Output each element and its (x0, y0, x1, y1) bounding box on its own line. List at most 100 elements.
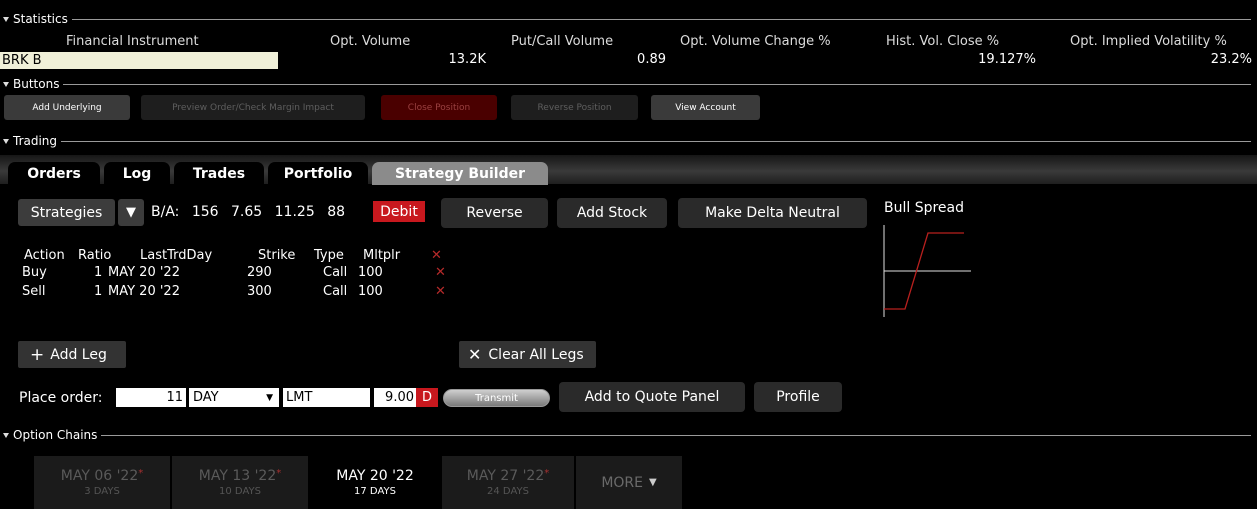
hist-vol-close-value: 19.127% (978, 52, 1036, 67)
expiration-date: MAY 06 '22* (60, 468, 144, 484)
leg-header-ratio: Ratio (78, 248, 112, 263)
section-divider (101, 434, 1251, 436)
leg2-strike[interactable]: 300 (247, 284, 272, 299)
tab-orders[interactable]: Orders (8, 162, 100, 185)
col-header-opt-volume-change: Opt. Volume Change % (680, 34, 831, 49)
collapse-icon (3, 138, 9, 144)
bid-ask-summary: B/A: 156 7.65 11.25 88 (151, 204, 345, 220)
leg2-action[interactable]: Sell (22, 284, 45, 299)
leg2-mltplr[interactable]: 100 (358, 284, 383, 299)
col-header-put-call-volume: Put/Call Volume (511, 34, 614, 49)
tab-log[interactable]: Log (104, 162, 170, 185)
section-divider (63, 83, 1251, 85)
expiration-days: 17 DAYS (354, 486, 396, 497)
remove-leg2-icon[interactable]: ✕ (435, 284, 446, 299)
ba-label: B/A: (151, 204, 180, 220)
more-label: MORE (601, 474, 643, 491)
more-expirations-button[interactable]: MORE ▼ (576, 456, 682, 509)
leg2-lasttrdday[interactable]: MAY 20 '22 (108, 284, 180, 299)
leg1-strike[interactable]: 290 (247, 265, 272, 280)
profile-title: Bull Spread (884, 200, 965, 216)
buttons-section-header[interactable]: Buttons (0, 76, 1257, 92)
remove-leg1-icon[interactable]: ✕ (435, 265, 446, 280)
add-to-quote-panel-button[interactable]: Add to Quote Panel (559, 382, 745, 412)
quantity-input[interactable]: 11 (116, 388, 186, 407)
strategies-dropdown-arrow[interactable]: ▼ (118, 199, 144, 226)
clear-all-legs-button[interactable]: ✕ Clear All Legs (459, 341, 596, 368)
leg-header-mltplr: Mltplr (363, 248, 401, 263)
option-chains-section-header[interactable]: Option Chains (0, 427, 1257, 443)
order-type-input[interactable]: LMT (283, 388, 370, 407)
tif-select[interactable]: DAY ▼ (189, 388, 279, 407)
profit-loss-graph (883, 225, 971, 317)
instrument-cell[interactable]: BRK B (0, 52, 278, 69)
leg-header-action: Action (24, 248, 65, 263)
section-divider (61, 140, 1251, 142)
expiration-date: MAY 20 '22 (336, 468, 414, 484)
tab-strategy-builder[interactable]: Strategy Builder (372, 162, 548, 185)
limit-price-input[interactable]: 9.00 (374, 388, 416, 407)
ba-ask: 11.25 (274, 204, 315, 220)
expiration-tab-may06[interactable]: MAY 06 '22* 3 DAYS (34, 456, 170, 509)
leg1-mltplr[interactable]: 100 (358, 265, 383, 280)
option-chains-section-label: Option Chains (13, 428, 98, 442)
put-call-volume-value: 0.89 (637, 52, 666, 67)
section-divider (71, 18, 1251, 20)
leg1-action[interactable]: Buy (22, 265, 47, 280)
chevron-down-icon: ▼ (648, 477, 657, 488)
leg2-ratio[interactable]: 1 (94, 284, 102, 299)
ba-bid-size: 156 (191, 204, 219, 220)
plus-icon: + (30, 344, 45, 365)
expiration-days: 24 DAYS (487, 486, 529, 497)
place-order-label: Place order: (19, 390, 103, 406)
opt-volume-value: 13.2K (448, 52, 486, 67)
col-header-opt-volume: Opt. Volume (330, 34, 411, 49)
leg1-type[interactable]: Call (323, 265, 347, 280)
expiration-tab-may13[interactable]: MAY 13 '22* 10 DAYS (172, 456, 308, 509)
debit-badge: Debit (373, 201, 425, 222)
expiration-tab-may20[interactable]: MAY 20 '22 17 DAYS (310, 456, 440, 509)
statistics-section-header[interactable]: Statistics (0, 11, 1257, 27)
leg1-ratio[interactable]: 1 (94, 265, 102, 280)
trading-section-header[interactable]: Trading (0, 133, 1257, 149)
leg-header-type: Type (314, 248, 344, 263)
reverse-button[interactable]: Reverse (441, 198, 548, 228)
price-flag-badge: D (416, 388, 438, 407)
leg-header-lasttrdday: LastTrdDay (140, 248, 213, 263)
view-account-button[interactable]: View Account (651, 95, 760, 120)
make-delta-neutral-button[interactable]: Make Delta Neutral (678, 198, 867, 228)
collapse-icon (3, 81, 9, 87)
clear-all-legs-label: Clear All Legs (488, 346, 584, 363)
col-header-implied-volatility: Opt. Implied Volatility % (1070, 34, 1227, 49)
close-position-button[interactable]: Close Position (381, 95, 497, 120)
ba-ask-size: 88 (327, 204, 346, 220)
statistics-section-label: Statistics (13, 12, 68, 26)
add-leg-button[interactable]: + Add Leg (18, 341, 126, 368)
profile-button[interactable]: Profile (754, 382, 842, 412)
leg-header-strike: Strike (258, 248, 296, 263)
transmit-button[interactable]: Transmit (443, 389, 550, 407)
triangle-down-icon: ▼ (126, 205, 136, 220)
add-leg-label: Add Leg (50, 346, 107, 363)
preview-order-button[interactable]: Preview Order/Check Margin Impact (141, 95, 365, 120)
buttons-section-label: Buttons (13, 77, 60, 91)
leg1-lasttrdday[interactable]: MAY 20 '22 (108, 265, 180, 280)
tab-portfolio[interactable]: Portfolio (268, 162, 368, 185)
tif-value: DAY (193, 390, 219, 405)
expiration-date: MAY 13 '22* (198, 468, 282, 484)
leg2-type[interactable]: Call (323, 284, 347, 299)
strategies-dropdown[interactable]: Strategies (18, 199, 115, 226)
add-stock-button[interactable]: Add Stock (557, 198, 667, 228)
remove-all-icon[interactable]: ✕ (431, 248, 442, 263)
tab-trades[interactable]: Trades (174, 162, 264, 185)
expiration-days: 3 DAYS (84, 486, 120, 497)
ba-bid: 7.65 (231, 204, 263, 220)
collapse-icon (3, 432, 9, 438)
add-underlying-button[interactable]: Add Underlying (4, 95, 130, 120)
col-header-hist-vol-close: Hist. Vol. Close % (886, 34, 1000, 49)
col-header-financial-instrument: Financial Instrument (66, 34, 199, 49)
expiration-days: 10 DAYS (219, 486, 261, 497)
close-icon: ✕ (468, 345, 482, 364)
reverse-position-button[interactable]: Reverse Position (511, 95, 638, 120)
expiration-tab-may27[interactable]: MAY 27 '22* 24 DAYS (442, 456, 574, 509)
